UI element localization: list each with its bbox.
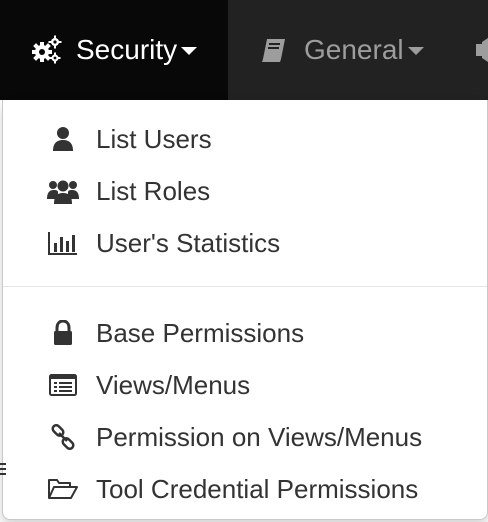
nav-security-label: Security xyxy=(76,34,178,65)
menu-item-label: Base Permissions xyxy=(96,317,305,348)
book-icon xyxy=(258,34,290,66)
nav-security-dropdown[interactable]: Security xyxy=(0,0,228,100)
megaphone-icon xyxy=(474,36,488,64)
security-dropdown-menu: List Users List Roles User's Statistics … xyxy=(2,100,488,520)
menu-item-permission-on-views-menus[interactable]: Permission on Views/Menus xyxy=(3,412,487,462)
list-alt-icon xyxy=(43,370,83,400)
link-icon xyxy=(43,422,83,452)
menu-item-label: User's Statistics xyxy=(96,227,281,258)
menu-item-base-permissions[interactable]: Base Permissions xyxy=(3,308,487,358)
menu-item-label: Views/Menus xyxy=(96,369,251,400)
menu-item-tool-credential-permissions[interactable]: Tool Credential Permissions xyxy=(3,464,487,514)
users-icon xyxy=(43,176,83,206)
nav-general-label: General xyxy=(304,34,404,65)
menu-item-list-roles[interactable]: List Roles xyxy=(3,166,487,216)
menu-divider xyxy=(3,286,487,287)
lock-icon xyxy=(43,318,83,348)
user-icon xyxy=(43,124,83,154)
menu-item-label: List Roles xyxy=(96,175,211,206)
nav-next-item[interactable] xyxy=(474,0,488,100)
menu-item-users-statistics[interactable]: User's Statistics xyxy=(3,218,487,268)
menu-item-list-users[interactable]: List Users xyxy=(3,114,487,164)
gears-icon xyxy=(30,34,62,66)
menu-item-label: Permission on Views/Menus xyxy=(96,421,423,452)
page-edge-fragment xyxy=(0,462,6,476)
menu-item-label: List Users xyxy=(96,123,212,154)
top-navbar: Security General xyxy=(0,0,488,100)
caret-down-icon xyxy=(407,47,424,55)
menu-item-views-menus[interactable]: Views/Menus xyxy=(3,360,487,410)
nav-general-dropdown[interactable]: General xyxy=(228,0,448,100)
menu-item-label: Tool Credential Permissions xyxy=(96,473,419,504)
folder-open-icon xyxy=(43,474,83,504)
caret-down-icon xyxy=(181,47,198,55)
bar-chart-icon xyxy=(43,228,83,258)
